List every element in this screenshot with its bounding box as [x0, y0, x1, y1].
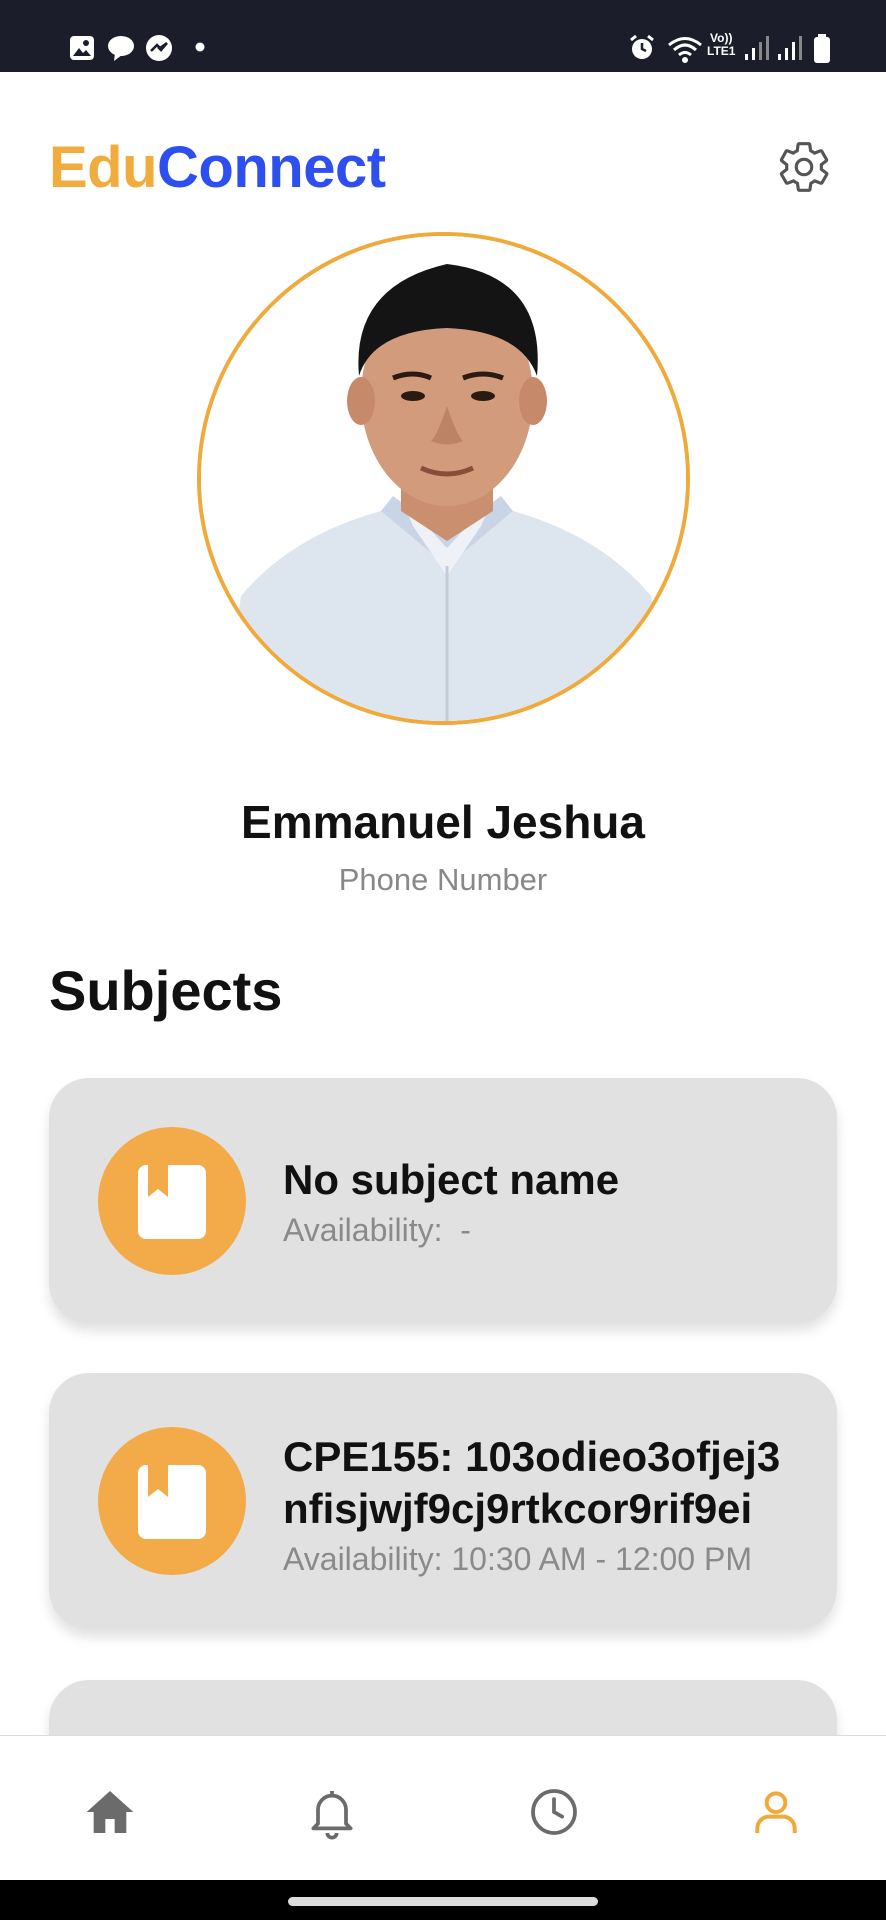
bell-icon[interactable] — [304, 1784, 360, 1840]
app-brand: EduConnect — [49, 134, 386, 201]
subject-availability: Availability: - — [283, 1212, 471, 1248]
subject-name: CPE155: 103odieo3ofjej3nfisjwjf9cj9rtkco… — [283, 1433, 781, 1532]
system-gesture-bar — [0, 1880, 886, 1920]
subject-card[interactable]: CPE155: 103odieo3ofjej3nfisjwjf9cj9rtkco… — [49, 1373, 837, 1629]
home-gesture-handle[interactable] — [288, 1897, 598, 1906]
profile-avatar[interactable] — [197, 232, 690, 725]
volte-icon: Vo)) LTE1 — [707, 32, 735, 58]
chat-icon — [108, 36, 134, 61]
brand-edu: Edu — [49, 135, 158, 200]
clock-icon[interactable] — [526, 1784, 582, 1840]
bottom-navigation — [0, 1735, 886, 1880]
profile-icon[interactable] — [748, 1784, 804, 1840]
subject-name: No subject name — [283, 1156, 620, 1203]
profile-phone: Phone Number — [338, 862, 548, 897]
signal-icon — [745, 36, 769, 60]
dot-icon — [195, 42, 205, 52]
subject-book-icon — [98, 1127, 246, 1275]
subjects-heading: Subjects — [49, 959, 283, 1022]
messenger-icon — [146, 35, 172, 61]
profile-name: Emmanuel Jeshua — [241, 796, 645, 848]
gallery-icon — [70, 36, 94, 60]
brand-connect: Connect — [157, 135, 386, 200]
volte-bottom-label: LTE1 — [707, 44, 736, 58]
signal-icon-2 — [778, 36, 802, 60]
wifi-icon — [668, 37, 702, 63]
battery-icon — [814, 34, 830, 63]
settings-gear-icon[interactable] — [775, 138, 833, 196]
subject-availability: Availability: 10:30 AM - 12:00 PM — [283, 1541, 752, 1577]
home-icon[interactable] — [82, 1784, 138, 1840]
alarm-icon — [630, 34, 654, 59]
subject-card[interactable]: No subject name Availability: - — [49, 1078, 837, 1323]
subject-book-icon — [98, 1427, 246, 1575]
status-bar: Vo)) LTE1 — [0, 0, 886, 72]
avatar-portrait-image — [201, 236, 686, 721]
